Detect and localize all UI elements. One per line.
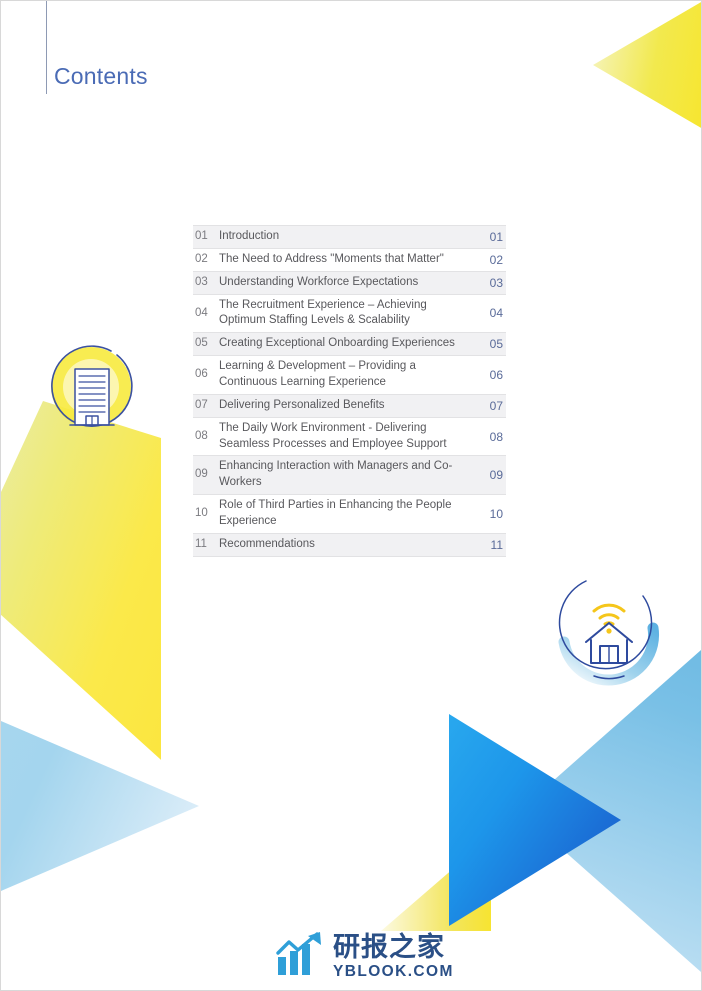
office-building-icon — [39, 331, 149, 441]
toc-page-number: 02 — [489, 252, 503, 267]
document-page: Contents 01 Introduction 01 02 The Need … — [0, 0, 702, 991]
watermark: 研报之家 YBLOOK.COM — [276, 931, 454, 982]
decor-yellow-banner-left — [1, 401, 161, 760]
toc-page-number: 10 — [489, 507, 503, 522]
toc-row[interactable]: 03 Understanding Workforce Expectations … — [193, 271, 506, 295]
toc-page-number: 11 — [490, 537, 503, 552]
toc-row[interactable]: 09 Enhancing Interaction with Managers a… — [193, 456, 506, 496]
toc-index: 02 — [195, 252, 208, 265]
toc-title: Understanding Workforce Expectations — [219, 275, 419, 288]
page-title: Contents — [54, 63, 148, 89]
toc-row[interactable]: 10 Role of Third Parties in Enhancing th… — [193, 495, 506, 534]
toc-index: 05 — [195, 337, 208, 350]
toc-index: 08 — [195, 429, 208, 442]
toc-index: 04 — [195, 306, 208, 319]
toc-page-number: 01 — [489, 229, 503, 244]
decor-blue-triangle-bottom-left — [1, 691, 199, 921]
toc-index: 10 — [195, 507, 208, 520]
toc-index: 01 — [195, 230, 208, 242]
toc-row[interactable]: 04 The Recruitment Experience – Achievin… — [193, 295, 506, 334]
toc-page-number: 06 — [489, 368, 503, 383]
toc-page-number: 04 — [489, 306, 503, 321]
bar-chart-growth-logo-icon — [276, 931, 326, 982]
toc-index: 06 — [195, 368, 208, 381]
toc-title: The Need to Address "Moments that Matter… — [219, 252, 444, 265]
smart-home-wifi-icon — [546, 566, 671, 691]
toc-title: Introduction — [219, 230, 280, 242]
toc-title: Role of Third Parties in Enhancing the P… — [219, 499, 452, 528]
toc-page-number: 05 — [489, 337, 503, 352]
toc-index: 11 — [195, 537, 207, 550]
toc-row[interactable]: 08 The Daily Work Environment - Deliveri… — [193, 418, 506, 457]
toc-index: 03 — [195, 275, 208, 288]
toc-page-number: 07 — [489, 398, 503, 413]
toc-title: Enhancing Interaction with Managers and … — [219, 460, 453, 489]
toc-row[interactable]: 05 Creating Exceptional Onboarding Exper… — [193, 333, 506, 357]
toc-index: 09 — [195, 468, 208, 481]
toc-title: Delivering Personalized Benefits — [219, 398, 385, 411]
toc-index: 07 — [195, 398, 208, 411]
toc-row[interactable]: 11 Recommendations 11 — [193, 533, 506, 557]
toc-title: Recommendations — [219, 537, 315, 550]
toc-title: The Daily Work Environment - Delivering … — [219, 421, 447, 450]
toc-row[interactable]: 02 The Need to Address "Moments that Mat… — [193, 249, 506, 272]
toc-page-number: 09 — [489, 468, 503, 483]
decor-yellow-triangle-top-right — [593, 1, 701, 129]
title-accent-rule — [46, 1, 47, 94]
toc-title: Creating Exceptional Onboarding Experien… — [219, 337, 455, 350]
toc-title: The Recruitment Experience – Achieving O… — [219, 298, 427, 327]
toc-title: Learning & Development – Providing a Con… — [219, 360, 416, 389]
toc-row[interactable]: 01 Introduction 01 — [193, 225, 506, 249]
toc-page-number: 08 — [489, 429, 503, 444]
toc-row[interactable]: 07 Delivering Personalized Benefits 07 — [193, 394, 506, 418]
toc-row[interactable]: 06 Learning & Development – Providing a … — [193, 356, 506, 395]
watermark-chinese: 研报之家 — [333, 931, 445, 963]
watermark-text: 研报之家 YBLOOK.COM — [333, 934, 454, 980]
toc-page-number: 03 — [489, 275, 503, 290]
table-of-contents: 01 Introduction 01 02 The Need to Addres… — [193, 225, 506, 557]
watermark-english: YBLOOK.COM — [333, 962, 454, 980]
